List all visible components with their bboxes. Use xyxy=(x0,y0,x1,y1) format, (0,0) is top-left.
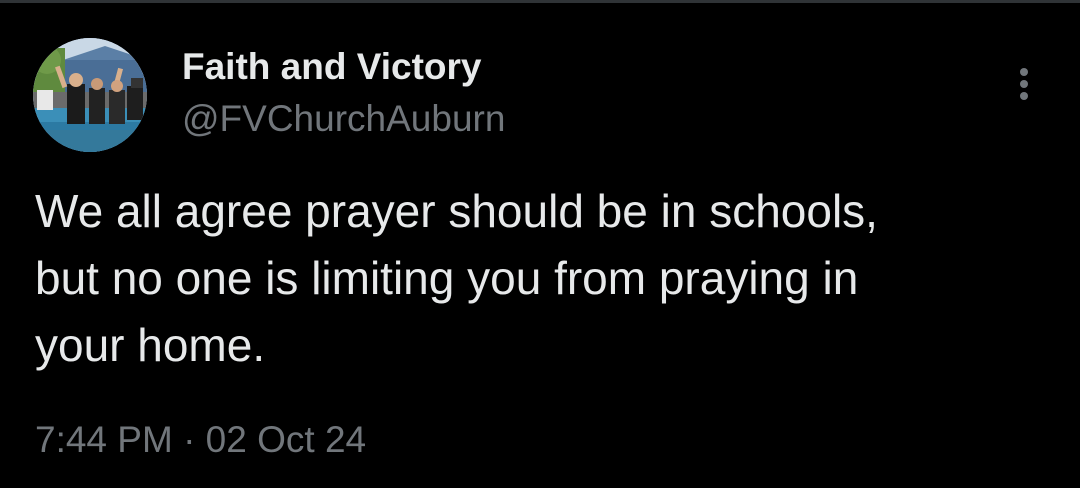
more-options-icon-dot xyxy=(1020,80,1028,88)
avatar-image xyxy=(33,38,147,152)
avatar[interactable] xyxy=(33,38,147,152)
display-name[interactable]: Faith and Victory xyxy=(182,44,482,90)
more-options-button[interactable] xyxy=(1005,62,1043,106)
tweet-text: We all agree prayer should be in schools… xyxy=(35,185,878,371)
more-options-icon xyxy=(1020,68,1028,76)
tweet-timestamp[interactable]: 7:44 PM · 02 Oct 24 xyxy=(35,412,366,468)
tweet-card[interactable]: Faith and Victory @FVChurchAuburn We all… xyxy=(0,0,1080,488)
more-options-icon-dot xyxy=(1020,92,1028,100)
user-handle[interactable]: @FVChurchAuburn xyxy=(182,96,505,142)
